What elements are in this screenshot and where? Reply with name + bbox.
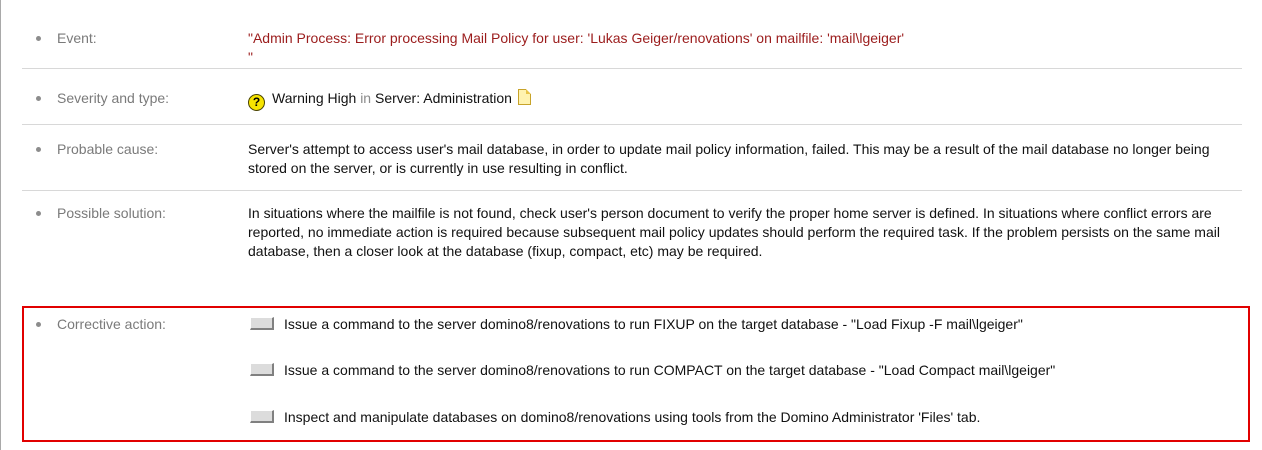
row-divider [22, 124, 1242, 125]
corrective-action-item-compact: Issue a command to the server domino8/re… [250, 361, 1240, 401]
help-icon: ? [248, 94, 265, 111]
bullet-icon [36, 96, 41, 101]
open-files-tab-button[interactable] [250, 410, 274, 423]
possible-solution-row: Possible solution: In situations where t… [0, 200, 1262, 296]
bullet-icon [36, 147, 41, 152]
possible-solution-value: In situations where the mailfile is not … [248, 205, 1220, 259]
probable-cause-row: Probable cause: Server's attempt to acce… [0, 136, 1262, 186]
possible-solution-label: Possible solution: [57, 205, 166, 221]
corrective-action-label: Corrective action: [57, 316, 166, 332]
event-row: Event: "Admin Process: Error processing … [0, 0, 1262, 65]
severity-category: Server: Administration [374, 90, 512, 106]
severity-row: Severity and type: ? Warning High in Serv… [0, 80, 1262, 111]
bullet-icon [36, 36, 41, 41]
bullet-icon [36, 211, 41, 216]
document-icon[interactable] [517, 89, 531, 105]
corrective-action-item-fixup: Issue a command to the server domino8/re… [250, 315, 1240, 355]
severity-level: Warning High [272, 90, 357, 106]
row-divider [22, 68, 1242, 69]
corrective-action-item-files: Inspect and manipulate databases on domi… [250, 408, 1240, 430]
probable-cause-label: Probable cause: [57, 141, 159, 157]
event-label: Event: [57, 30, 97, 46]
severity-value: ? Warning High in Server: Administration [248, 89, 1243, 111]
corrective-action-text: Issue a command to the server domino8/re… [284, 362, 1056, 378]
corrective-action-row: Corrective action: Issue a command to th… [0, 306, 1262, 442]
bullet-icon [36, 322, 41, 327]
severity-in-word: in [360, 90, 372, 106]
row-divider [22, 190, 1242, 191]
corrective-action-text: Inspect and manipulate databases on domi… [284, 409, 981, 425]
event-details-panel: Event: "Admin Process: Error processing … [0, 0, 1262, 450]
run-fixup-button[interactable] [250, 317, 274, 330]
run-compact-button[interactable] [250, 363, 274, 376]
severity-label: Severity and type: [57, 90, 170, 106]
probable-cause-value: Server's attempt to access user's mail d… [248, 141, 1210, 176]
corrective-action-text: Issue a command to the server domino8/re… [284, 316, 1023, 332]
event-value: "Admin Process: Error processing Mail Po… [248, 30, 905, 65]
